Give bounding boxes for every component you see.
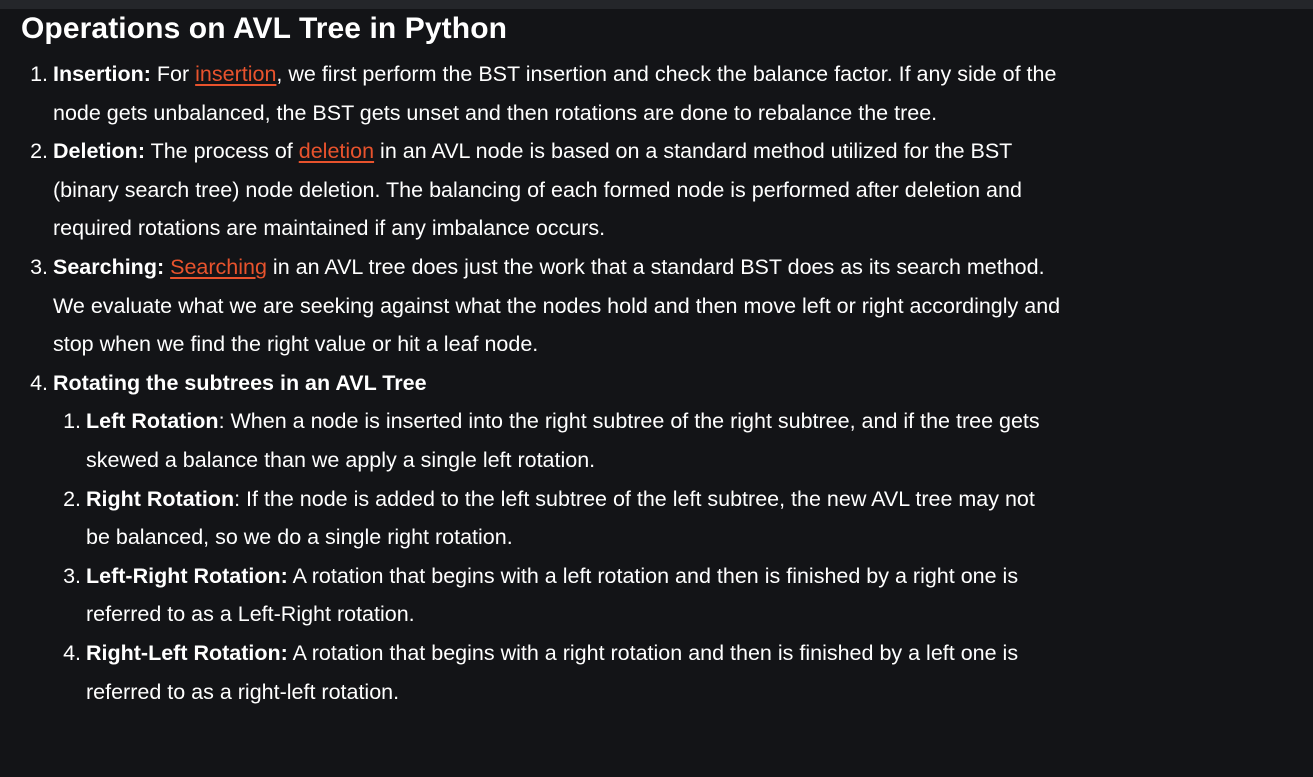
item-label: Insertion: [53, 62, 151, 86]
item-label: Right-Left Rotation: [86, 640, 288, 665]
sub-item-left-rotation: 1. Left Rotation: When a node is inserte… [54, 402, 1061, 479]
list-item-rotating: 4. Rotating the subtrees in an AVL Tree … [21, 364, 1061, 711]
list-item-searching: 3. Searching: Searching in an AVL tree d… [21, 248, 1061, 364]
item-pre-text: For [150, 62, 196, 86]
list-number: 1. [63, 409, 81, 434]
item-label: Rotating the subtrees in an AVL Tree [53, 370, 427, 395]
insertion-link[interactable]: insertion [195, 62, 276, 86]
section-title: Operations on AVL Tree in Python [21, 12, 508, 45]
sub-item-left-right-rotation: 3. Left-Right Rotation: A rotation that … [54, 557, 1061, 634]
item-label: Left Rotation [86, 409, 219, 434]
item-text: : When a node is inserted into the right… [86, 409, 1040, 472]
item-label: Deletion: [53, 139, 145, 164]
item-label: Searching: [53, 254, 165, 279]
list-item-deletion: 2. Deletion: The process of deletion in … [21, 132, 1061, 248]
sub-item-right-rotation: 2. Right Rotation: If the node is added … [54, 480, 1061, 557]
list-number: 2. [30, 139, 48, 164]
list-number: 3. [63, 563, 81, 588]
list-number: 4. [30, 370, 48, 395]
list-number: 4. [63, 640, 81, 665]
deletion-link[interactable]: deletion [299, 139, 374, 163]
item-label: Left-Right Rotation: [86, 563, 288, 588]
article-content: Operations on AVL Tree in Python 1. Inse… [21, 9, 1061, 711]
top-bar [0, 0, 1313, 9]
list-number: 3. [30, 254, 48, 279]
item-label: Right Rotation [86, 486, 235, 511]
rotations-list: 1. Left Rotation: When a node is inserte… [54, 402, 1061, 711]
searching-link[interactable]: Searching [170, 255, 267, 279]
operations-list: 1. Insertion: For insertion, we first pe… [21, 55, 1061, 711]
item-pre-text: The process of [144, 139, 299, 164]
list-number: 2. [63, 486, 81, 511]
sub-item-right-left-rotation: 4. Right-Left Rotation: A rotation that … [54, 634, 1061, 711]
list-item-insertion: 1. Insertion: For insertion, we first pe… [21, 55, 1061, 132]
list-number: 1. [30, 62, 48, 86]
